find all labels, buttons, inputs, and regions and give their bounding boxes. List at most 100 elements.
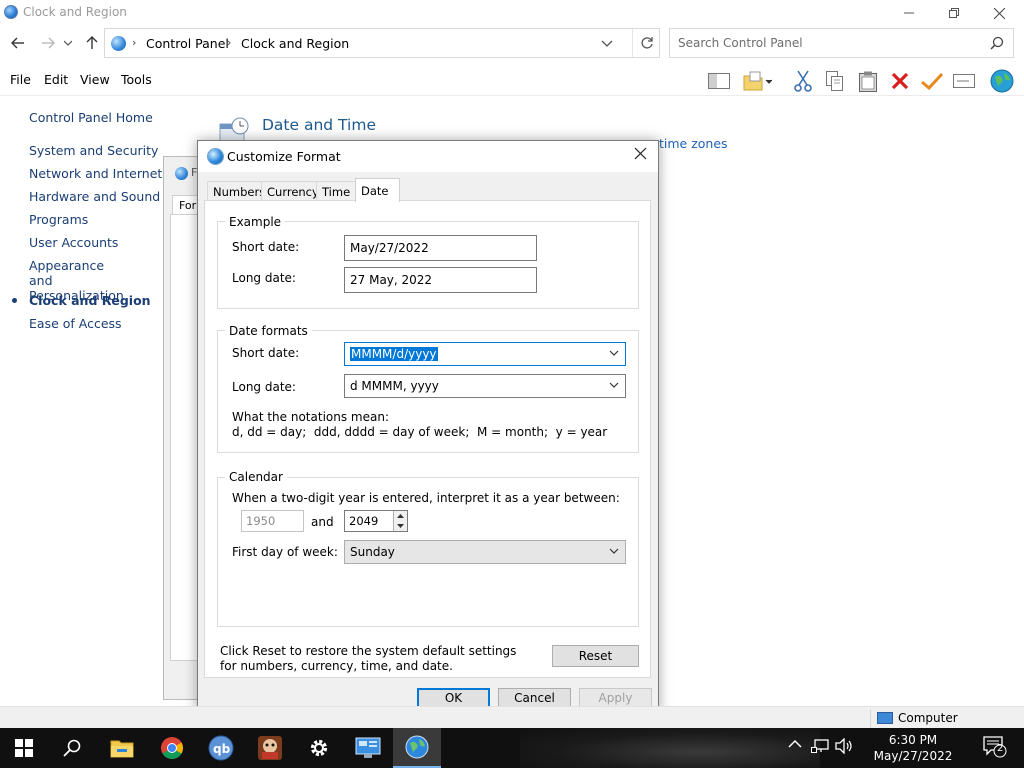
copy-icon [826, 71, 843, 91]
search-icon [63, 739, 81, 757]
computer-icon [877, 712, 893, 724]
sidebar-item-clock-and-region[interactable]: Clock and Region [29, 293, 151, 308]
start-button[interactable] [0, 728, 48, 768]
taskbar-clock[interactable]: 6:30 PM May/27/2022 [872, 732, 954, 764]
first-day-value: Sunday [350, 545, 395, 559]
spin-down-button[interactable] [394, 521, 407, 531]
up-button[interactable] [80, 28, 104, 58]
long-date-format-label: Long date: [232, 380, 296, 394]
spin-up-button[interactable] [394, 511, 407, 521]
address-bar[interactable]: › Control Panel › Clock and Region [104, 28, 660, 58]
delete-button[interactable] [887, 68, 913, 94]
paste-button[interactable] [855, 68, 881, 94]
globe-button[interactable] [989, 68, 1015, 94]
taskbar-file-explorer[interactable] [98, 728, 146, 768]
taskbar-settings[interactable] [295, 728, 343, 768]
taskbar-region[interactable] [393, 728, 441, 768]
sidebar-item-system-and-security[interactable]: System and Security [29, 143, 158, 158]
menu-tools[interactable]: Tools [121, 72, 152, 87]
qbittorrent-icon: qb [208, 735, 234, 761]
sidebar-item-user-accounts[interactable]: User Accounts [29, 235, 118, 250]
globe-icon [208, 149, 223, 164]
copy-button[interactable] [822, 68, 848, 94]
to-year-value: 2049 [349, 514, 379, 528]
sidebar-item-hardware-and-sound[interactable]: Hardware and Sound [29, 189, 160, 204]
windows-logo-icon [15, 739, 33, 757]
close-icon [634, 147, 647, 160]
chevron-down-icon [64, 40, 72, 46]
dialog-close-button[interactable] [634, 147, 647, 163]
section-link-time-zones[interactable]: time zones [659, 136, 728, 151]
properties-button[interactable] [919, 68, 945, 94]
taskbar-qbittorrent[interactable]: qb [197, 728, 245, 768]
cancel-button[interactable]: Cancel [498, 688, 571, 708]
breadcrumb-separator: › [227, 36, 232, 49]
new-folder-button[interactable] [742, 68, 772, 94]
action-center-button[interactable]: 2 [983, 736, 1007, 762]
minimize-button[interactable] [886, 0, 932, 26]
example-legend: Example [225, 215, 286, 229]
tray-network-button[interactable] [811, 738, 829, 758]
taskbar-background [520, 728, 820, 768]
game-icon [258, 736, 282, 760]
menu-file[interactable]: File [10, 72, 31, 87]
to-year-spinner[interactable]: 2049 [344, 510, 408, 532]
forward-button[interactable] [36, 28, 60, 58]
rename-button[interactable] [951, 68, 977, 94]
taskbar-search-button[interactable] [48, 728, 96, 768]
menu-edit[interactable]: Edit [44, 72, 68, 87]
example-long-date-field: 27 May, 2022 [344, 267, 537, 293]
window-titlebar: Clock and Region [0, 0, 1024, 26]
sidebar-control-panel-home[interactable]: Control Panel Home [29, 110, 153, 125]
tray-volume-button[interactable] [835, 737, 853, 758]
status-divider [870, 709, 871, 729]
cut-button[interactable] [790, 68, 816, 94]
from-year-field: 1950 [241, 510, 304, 532]
sidebar-item-ease-of-access[interactable]: Ease of Access [29, 316, 122, 331]
address-history-dropdown[interactable] [601, 35, 613, 54]
status-location: Computer [898, 711, 958, 725]
tab-time[interactable]: Time [316, 181, 357, 201]
control-panel-app-icon [4, 5, 18, 19]
short-date-format-value: MMMM/d/yyyy [350, 347, 438, 361]
search-icon[interactable] [990, 36, 1004, 50]
long-date-format-value: d MMMM, yyyy [350, 379, 439, 393]
tray-overflow-button[interactable] [788, 738, 802, 753]
notification-icon [983, 736, 1007, 758]
taskbar-chrome[interactable] [148, 728, 196, 768]
dialog-title: Customize Format [227, 149, 341, 164]
reset-button[interactable]: Reset [552, 645, 639, 667]
taskbar-game-app[interactable] [246, 728, 294, 768]
long-date-format-combo[interactable]: d MMMM, yyyy [344, 374, 626, 398]
short-date-format-combo[interactable]: MMMM/d/yyyy [344, 342, 626, 366]
region-globe-icon [175, 167, 188, 180]
preview-pane-button[interactable] [706, 68, 732, 94]
menu-view[interactable]: View [80, 72, 110, 87]
triangle-up-icon [397, 514, 404, 518]
taskbar-control-panel[interactable] [344, 728, 392, 768]
breadcrumb-control-panel[interactable]: Control Panel [146, 36, 229, 51]
maximize-button[interactable] [931, 0, 977, 26]
example-short-date-field: May/27/2022 [344, 235, 537, 261]
recent-locations-button[interactable] [60, 28, 76, 58]
preview-pane-icon [708, 73, 730, 89]
tab-date[interactable]: Date [355, 178, 400, 202]
first-day-of-week-combo[interactable]: Sunday [344, 540, 626, 564]
sidebar-item-network-and-internet[interactable]: Network and Internet [29, 166, 162, 181]
refresh-button[interactable] [632, 29, 661, 57]
speaker-icon [835, 737, 852, 755]
close-window-button[interactable] [976, 0, 1022, 26]
reset-note: Click Reset to restore the system defaul… [220, 644, 517, 673]
back-button[interactable] [6, 28, 30, 58]
breadcrumb-clock-and-region[interactable]: Clock and Region [241, 36, 349, 51]
arrow-right-icon [42, 37, 55, 49]
search-box [669, 28, 1014, 58]
settings-icon [310, 739, 328, 757]
first-day-label: First day of week: [232, 545, 338, 559]
ok-button[interactable]: OK [417, 688, 490, 708]
status-bar: Computer [0, 706, 1024, 730]
sidebar-item-programs[interactable]: Programs [29, 212, 88, 227]
section-title-date-and-time[interactable]: Date and Time [262, 116, 376, 134]
search-input[interactable] [678, 35, 978, 51]
apply-button[interactable]: Apply [579, 688, 652, 708]
